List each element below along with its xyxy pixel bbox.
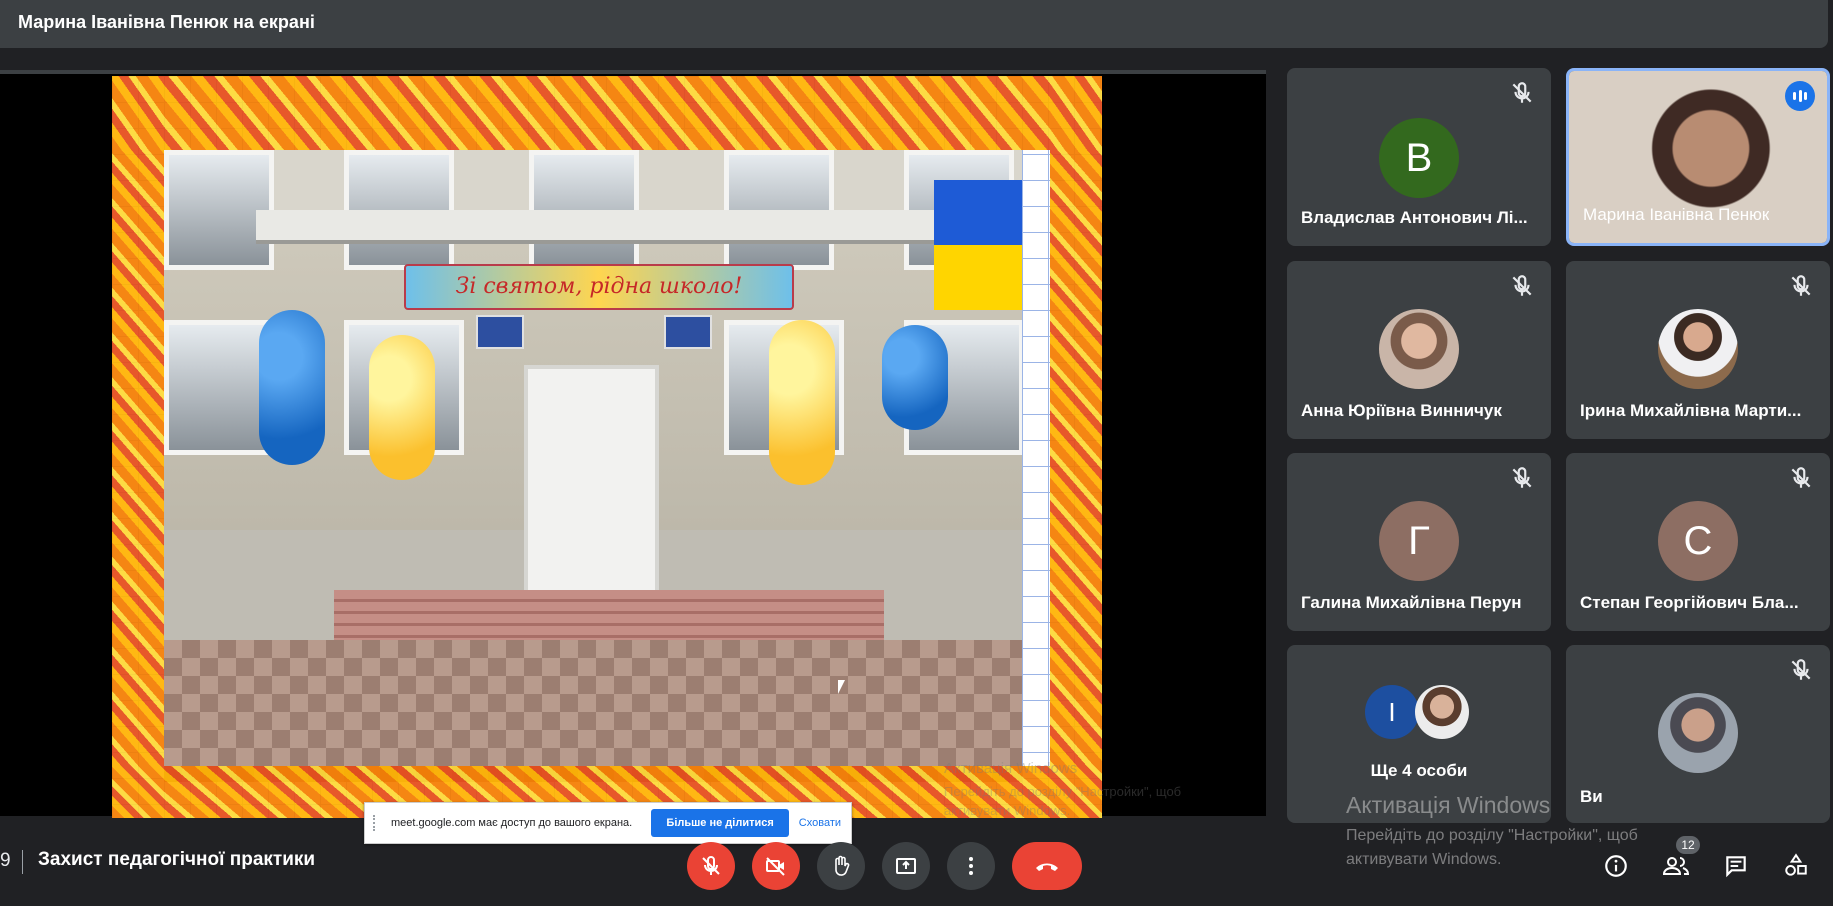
group-avatars: І: [1365, 685, 1473, 741]
info-icon: [1605, 855, 1627, 877]
camera-toggle-button[interactable]: [752, 842, 800, 890]
leave-call-button[interactable]: [1012, 842, 1082, 890]
more-options-icon: [969, 857, 973, 875]
mic-off-icon: [1791, 467, 1811, 488]
participant-name: Ви: [1580, 787, 1603, 806]
shared-watermark-text: Перейдіть до розділу "Настройки", щоб ак…: [944, 784, 1182, 818]
participant-tile[interactable]: Анна Юріївна Винничук: [1287, 261, 1551, 439]
participant-name: Марина Іванівна Пенюк: [1583, 205, 1770, 224]
participant-name: Ірина Михайлівна Марти...: [1580, 401, 1802, 420]
participant-name: Галина Михайлівна Перун: [1301, 593, 1522, 612]
meeting-details-button[interactable]: [1600, 850, 1632, 882]
shared-watermark-title: Активація Windows: [944, 760, 1078, 777]
raise-hand-button[interactable]: [817, 842, 865, 890]
mic-off-icon: [1512, 275, 1532, 296]
avatar: [1415, 685, 1469, 739]
avatar: В: [1379, 118, 1459, 198]
divider: [22, 850, 23, 874]
presenter-bar: Марина Іванівна Пенюк на екрані: [0, 0, 1828, 48]
participant-count-badge: 12: [1676, 836, 1700, 854]
mic-off-icon: [1512, 82, 1532, 103]
people-icon: [1662, 857, 1690, 875]
meeting-name: Захист педагогічної практики: [38, 849, 316, 870]
autumn-leaf-frame: [112, 76, 1102, 818]
participant-tile-self[interactable]: Ви: [1566, 645, 1830, 823]
raise-hand-icon: [835, 855, 850, 876]
present-icon: [896, 858, 916, 874]
participant-name: Анна Юріївна Винничук: [1301, 401, 1502, 420]
more-participants-label: Ще 4 особи: [1370, 761, 1468, 780]
mouse-cursor-icon: [838, 680, 845, 694]
avatar: [1658, 309, 1738, 389]
mic-off-icon: [1791, 659, 1811, 680]
hang-up-icon: [1036, 863, 1058, 871]
participant-name: Степан Георгійович Бла...: [1580, 593, 1799, 612]
windows-activation-title: Активація Windows: [1346, 792, 1551, 818]
participant-tile-active-speaker[interactable]: Марина Іванівна Пенюк: [1566, 68, 1830, 246]
participant-tile[interactable]: С Степан Георгійович Бла...: [1566, 453, 1830, 631]
shared-screen[interactable]: Зі святом, рідна школо! Активація Window…: [0, 70, 1266, 844]
avatar: [1658, 693, 1738, 773]
presenter-title: Марина Іванівна Пенюк на екрані: [18, 12, 315, 32]
avatar: І: [1365, 685, 1419, 739]
chat-icon: [1726, 856, 1746, 878]
bottom-control-bar: 9 Захист педагогічної практики 12: [0, 820, 1833, 906]
shared-slide: Зі святом, рідна школо!: [112, 76, 1102, 818]
activities-icon: [1785, 853, 1807, 876]
mic-off-icon: [702, 855, 720, 875]
speaking-indicator-icon: [1785, 81, 1815, 111]
mic-off-icon: [1791, 275, 1811, 296]
chat-button[interactable]: [1720, 850, 1752, 882]
more-options-button[interactable]: [947, 842, 995, 890]
avatar: С: [1658, 501, 1738, 581]
camera-off-icon: [766, 857, 785, 876]
participant-tile[interactable]: В Владислав Антонович Лі...: [1287, 68, 1551, 246]
mic-toggle-button[interactable]: [687, 842, 735, 890]
participant-tile[interactable]: Ірина Михайлівна Марти...: [1566, 261, 1830, 439]
present-screen-button[interactable]: [882, 842, 930, 890]
mic-off-icon: [1512, 467, 1532, 488]
participant-name: Владислав Антонович Лі...: [1301, 208, 1528, 227]
avatar: [1379, 309, 1459, 389]
activities-button[interactable]: [1780, 850, 1812, 882]
participant-tile[interactable]: Г Галина Михайлівна Перун: [1287, 453, 1551, 631]
avatar: Г: [1379, 501, 1459, 581]
people-button[interactable]: 12: [1660, 836, 1700, 882]
meeting-code: 9: [0, 850, 11, 871]
